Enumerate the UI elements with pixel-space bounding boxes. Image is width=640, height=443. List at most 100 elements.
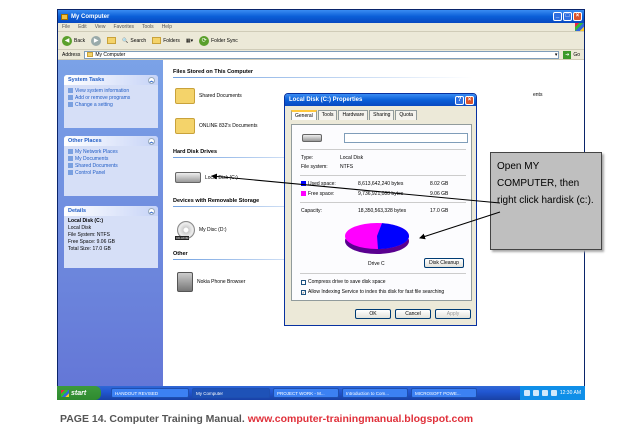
compress-label: Compress drive to save disk space: [308, 279, 386, 285]
instruction-callout: Open MY COMPUTER, then right click hardi…: [490, 152, 602, 250]
ok-button[interactable]: OK: [355, 309, 391, 319]
maximize-button[interactable]: □: [563, 12, 572, 21]
collapse-icon[interactable]: ︽: [148, 137, 155, 145]
windows-logo-icon: [575, 23, 584, 31]
control-panel-link[interactable]: Control Panel: [68, 169, 154, 176]
forward-button[interactable]: ▶: [91, 35, 102, 46]
tab-general[interactable]: General: [291, 110, 317, 120]
close-button[interactable]: ×: [573, 12, 582, 21]
free-label: Free space:: [308, 191, 335, 197]
address-label: Address: [62, 51, 81, 58]
other-places-header[interactable]: Other Places ︽: [64, 136, 158, 146]
menu-tools[interactable]: Tools: [142, 24, 154, 30]
menu-file[interactable]: File: [62, 24, 70, 30]
my-disc-d-item[interactable]: CD-ROM My Disc (D:): [175, 221, 227, 240]
apply-button[interactable]: Apply: [435, 309, 471, 319]
index-checkbox-row[interactable]: ✓ Allow Indexing Service to index this di…: [301, 289, 444, 295]
windows-flag-icon: [61, 389, 69, 397]
help-button[interactable]: ?: [455, 95, 464, 105]
my-documents-link[interactable]: My Documents: [68, 155, 154, 162]
index-label: Allow Indexing Service to index this dis…: [308, 289, 445, 295]
add-remove-programs-link[interactable]: Add or remove programs: [68, 94, 154, 101]
tray-icon[interactable]: [541, 390, 548, 396]
control-panel-icon: [68, 102, 73, 107]
documents-item-partial[interactable]: ents: [533, 92, 542, 98]
shared-documents-link[interactable]: Shared Documents: [68, 162, 154, 169]
nokia-phone-browser-item[interactable]: Nokia Phone Browser: [177, 272, 245, 292]
details-name: Local Disk (C:): [68, 218, 104, 224]
drive-name-input[interactable]: [344, 133, 468, 143]
search-button[interactable]: 🔍 Search: [122, 38, 146, 44]
computer-small-icon: [87, 52, 94, 57]
collapse-icon[interactable]: ︽: [148, 76, 155, 84]
go-button[interactable]: ➜ Go: [563, 50, 580, 59]
back-button[interactable]: ◀ Back: [62, 35, 85, 46]
menu-bar: File Edit View Favorites Tools Help: [58, 23, 584, 32]
compress-checkbox[interactable]: [301, 279, 306, 285]
menu-favorites[interactable]: Favorites: [113, 24, 134, 30]
documents-icon: [68, 156, 73, 161]
drive-label: Drive C: [368, 261, 385, 267]
window-titlebar[interactable]: My Computer _ □ ×: [58, 10, 584, 23]
properties-dialog: Local Disk (C:) Properties ? × General T…: [284, 93, 477, 326]
views-icon[interactable]: ▦▾: [186, 38, 193, 44]
dialog-close-button[interactable]: ×: [465, 95, 474, 105]
address-bar: Address My Computer ▾ ➜ Go: [58, 50, 584, 60]
folders-label: Folders: [163, 37, 180, 44]
footer-url[interactable]: www.computer-trainingmanual.blogspot.com: [248, 413, 473, 425]
disk-cleanup-button[interactable]: Disk Cleanup: [424, 258, 464, 268]
address-input[interactable]: My Computer ▾: [84, 50, 560, 59]
my-network-places-link[interactable]: My Network Places: [68, 148, 154, 155]
page-footer: PAGE 14. Computer Training Manual. www.co…: [60, 413, 473, 425]
taskbar-item[interactable]: Introduction to Com...: [342, 388, 408, 398]
tray-icon[interactable]: [532, 390, 539, 396]
shared-documents-item[interactable]: Shared Documents: [175, 88, 242, 104]
compress-checkbox-row[interactable]: Compress drive to save disk space: [301, 279, 386, 285]
folder-sync-label: Folder Sync: [211, 37, 238, 44]
folders-icon: [152, 37, 162, 44]
menu-edit[interactable]: Edit: [78, 24, 87, 30]
dialog-titlebar[interactable]: Local Disk (C:) Properties ? ×: [285, 94, 476, 106]
details-type: Local Disk: [68, 225, 92, 231]
taskbar-item[interactable]: HANDOUT REVISED: [111, 388, 189, 398]
item-label: ents: [533, 92, 543, 98]
tab-quota[interactable]: Quota: [395, 110, 418, 120]
window-title: My Computer: [71, 13, 110, 20]
tab-tools[interactable]: Tools: [317, 110, 338, 120]
taskbar-item[interactable]: MICROSOFT POWE...: [411, 388, 477, 398]
cancel-button[interactable]: Cancel: [395, 309, 431, 319]
system-tasks-header[interactable]: System Tasks ︽: [64, 75, 158, 85]
local-disk-c-item[interactable]: Local Disk (C:): [175, 172, 238, 183]
folders-button[interactable]: Folders: [152, 37, 180, 44]
address-dropdown-icon[interactable]: ▾: [555, 52, 558, 58]
tab-hardware[interactable]: Hardware: [338, 110, 369, 120]
taskbar-item-active[interactable]: My Computer: [192, 388, 270, 398]
cd-label: CD-ROM: [175, 236, 190, 240]
collapse-icon[interactable]: ︽: [148, 207, 155, 215]
capacity-bytes: 18,350,563,328 bytes: [358, 208, 407, 214]
up-folder-icon[interactable]: [107, 37, 117, 44]
folder-sync-button[interactable]: ⟳ Folder Sync: [199, 35, 238, 46]
details-header[interactable]: Details ︽: [64, 206, 158, 216]
tray-icon[interactable]: [550, 390, 557, 396]
minimize-button[interactable]: _: [553, 12, 562, 21]
type-value: Local Disk: [340, 155, 364, 161]
online-documents-item[interactable]: ONLINE 832's Documents: [175, 118, 257, 134]
divider: [300, 149, 466, 150]
link-label: Change a setting: [75, 101, 113, 108]
index-checkbox[interactable]: ✓: [301, 289, 306, 295]
folder-icon: [175, 88, 195, 104]
change-setting-link[interactable]: Change a setting: [68, 101, 154, 108]
general-tab-panel: Type: Local Disk File system: NTFS Used …: [291, 124, 472, 301]
hard-disk-icon: [175, 172, 201, 183]
view-system-info-link[interactable]: View system information: [68, 87, 154, 94]
tray-icon[interactable]: [523, 390, 530, 396]
control-panel-icon: [68, 170, 73, 175]
taskbar-item[interactable]: PROJECT WORK - M...: [273, 388, 339, 398]
menu-help[interactable]: Help: [162, 24, 172, 30]
menu-view[interactable]: View: [95, 24, 106, 30]
tab-sharing[interactable]: Sharing: [369, 110, 395, 120]
section-removable-header: Devices with Removable Storage: [173, 198, 260, 204]
start-button[interactable]: start: [57, 386, 101, 400]
footer-text: PAGE 14. Computer Training Manual.: [60, 413, 245, 425]
